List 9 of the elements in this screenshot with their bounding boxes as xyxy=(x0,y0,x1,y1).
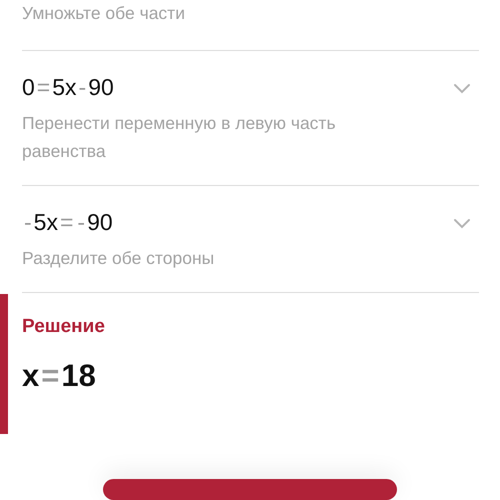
step-description: Перенести переменную в левую часть равенства xyxy=(22,112,337,163)
step-description: Разделите обе стороны xyxy=(22,247,216,270)
equation: 0=5x-90 xyxy=(22,74,114,101)
chevron-icon[interactable] xyxy=(453,82,471,94)
equation: -5x= -90 xyxy=(23,209,113,236)
chevron-icon[interactable] xyxy=(453,216,471,228)
answer: x=18 xyxy=(22,358,97,394)
step-description: Умножьте обе части xyxy=(22,2,186,25)
solution-title: Решение xyxy=(22,316,105,338)
